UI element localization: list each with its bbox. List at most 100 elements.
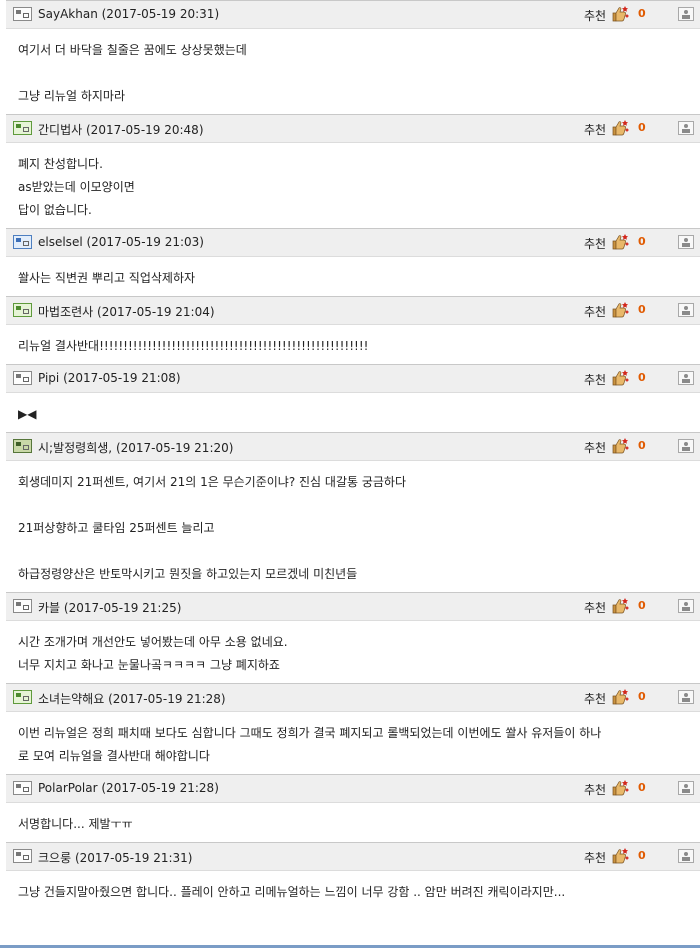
comment-timestamp: (2017-05-19 21:25): [63, 601, 182, 615]
thumbs-up-icon[interactable]: [610, 233, 630, 251]
thumbs-up-icon[interactable]: [610, 5, 630, 23]
report-user-icon[interactable]: [678, 303, 694, 317]
comment-text-line: 회생데미지 21퍼센트, 여기서 21의 1은 무슨기준이냐? 진심 대갈통 궁…: [18, 475, 406, 489]
comment-text-line: 답이 없습니다.: [18, 203, 92, 217]
level-badge-icon: [13, 439, 32, 453]
comment-text-line: 서명합니다... 제발ㅜㅠ: [18, 817, 133, 831]
author-name[interactable]: SayAkhan: [38, 7, 98, 21]
thumbs-up-icon[interactable]: [610, 779, 630, 797]
comment-meta: 마법조련사 (2017-05-19 21:04): [38, 303, 215, 320]
comment-text-line: 21퍼상향하고 쿨타임 25퍼센트 늘리고: [18, 521, 215, 535]
report-user-icon[interactable]: [678, 690, 694, 704]
comment-item: 소녀는약해요 (2017-05-19 21:28) 추천 0 이번 리뉴얼은 정희 패…: [6, 683, 700, 774]
comment-timestamp: (2017-05-19 21:04): [97, 305, 215, 319]
report-user-icon[interactable]: [678, 849, 694, 863]
report-user-icon[interactable]: [678, 7, 694, 21]
comment-timestamp: (2017-05-19 21:31): [74, 851, 193, 865]
author-name[interactable]: 소녀는약해요: [38, 692, 104, 706]
comment-body: 여기서 더 바닥을 칠줄은 꿈에도 상상못했는데 그냥 리뉴얼 하지마라: [6, 29, 700, 114]
comment-header: 카블 (2017-05-19 21:25) 추천 0: [6, 592, 700, 621]
author-name[interactable]: elselsel: [38, 235, 83, 249]
comment-body: 회생데미지 21퍼센트, 여기서 21의 1은 무슨기준이냐? 진심 대갈통 궁…: [6, 461, 700, 592]
thumbs-up-icon[interactable]: [610, 437, 630, 455]
comment-item: Pipi (2017-05-19 21:08) 추천 0 ▶◀: [6, 364, 700, 432]
comment-timestamp: (2017-05-19 20:48): [86, 123, 204, 137]
comment-timestamp: (2017-05-19 21:20): [115, 441, 234, 455]
comment-timestamp: (2017-05-19 21:28): [101, 781, 219, 795]
comment-timestamp: (2017-05-19 21:28): [108, 692, 226, 706]
level-badge-icon: [13, 7, 32, 21]
recommend-label: 추천: [584, 601, 607, 615]
report-user-icon[interactable]: [678, 781, 694, 795]
comment-meta: 카블 (2017-05-19 21:25): [38, 599, 181, 616]
recommend-label: 추천: [584, 373, 607, 387]
level-badge-icon: [13, 371, 32, 385]
author-name[interactable]: PolarPolar: [38, 781, 98, 795]
thumbs-up-icon[interactable]: [610, 369, 630, 387]
level-badge-icon: [13, 121, 32, 135]
author-name[interactable]: 크으룽: [38, 851, 71, 865]
thumbs-up-icon[interactable]: [610, 847, 630, 865]
recommend-label: 추천: [584, 783, 607, 797]
comment-item: 시;발정령희생, (2017-05-19 21:20) 추천 0 회생데미지 21퍼센…: [6, 432, 700, 592]
comment-header: 간디법사 (2017-05-19 20:48) 추천 0: [6, 114, 700, 143]
recommend-label: 추천: [584, 441, 607, 455]
comment-text-line: 그냥 건들지말아줬으면 합니다.. 플레이 안하고 리메뉴얼하는 느낌이 너무 …: [18, 885, 566, 899]
thumbs-up-icon[interactable]: [610, 119, 630, 137]
comment-meta: SayAkhan (2017-05-19 20:31): [38, 7, 219, 21]
author-name[interactable]: 마법조련사: [38, 305, 93, 319]
author-name[interactable]: 카블: [38, 601, 60, 615]
recommend-count: 0: [638, 439, 646, 452]
comment-item: SayAkhan (2017-05-19 20:31) 추천 0 여기서 더 바닥을 …: [6, 0, 700, 114]
level-badge-icon: [13, 781, 32, 795]
report-user-icon[interactable]: [678, 371, 694, 385]
comment-text-line: 쏼사는 직변권 뿌리고 직업삭제하자: [18, 271, 196, 285]
comment-item: 크으룽 (2017-05-19 21:31) 추천 0 그냥 건들지말아줬으면 합니다…: [6, 842, 700, 910]
comment-body: 시간 조개가며 개선안도 넣어봤는데 아무 소용 없네요. 너무 지치고 화나고 …: [6, 621, 700, 683]
level-badge-icon: [13, 599, 32, 613]
comment-meta: 크으룽 (2017-05-19 21:31): [38, 849, 192, 866]
level-badge-icon: [13, 849, 32, 863]
comment-timestamp: (2017-05-19 21:03): [86, 235, 204, 249]
thumbs-up-icon[interactable]: [610, 597, 630, 615]
comment-meta: Pipi (2017-05-19 21:08): [38, 371, 181, 385]
comment-header: 시;발정령희생, (2017-05-19 21:20) 추천 0: [6, 432, 700, 461]
comment-text-line: ▶◀: [18, 407, 37, 421]
report-user-icon[interactable]: [678, 235, 694, 249]
comment-text-line: 너무 지치고 화나고 눈물나곸ㅋㅋㅋㅋ 그냥 폐지하죠: [18, 658, 280, 672]
comment-body: ▶◀: [6, 393, 700, 432]
report-user-icon[interactable]: [678, 599, 694, 613]
thumbs-up-icon[interactable]: [610, 301, 630, 319]
recommend-count: 0: [638, 303, 646, 316]
comment-text-line: 시간 조개가며 개선안도 넣어봤는데 아무 소용 없네요.: [18, 635, 288, 649]
recommend-label: 추천: [584, 9, 607, 23]
recommend-label: 추천: [584, 692, 607, 706]
recommend-count: 0: [638, 235, 646, 248]
comment-header: elselsel (2017-05-19 21:03) 추천 0: [6, 228, 700, 257]
author-name[interactable]: Pipi: [38, 371, 59, 385]
recommend-count: 0: [638, 849, 646, 862]
comment-text-line: 하급정령양산은 반토막시키고 뭔짓을 하고있는지 모르겠네 미친년들: [18, 567, 358, 581]
comment-timestamp: (2017-05-19 20:31): [101, 7, 220, 21]
recommend-count: 0: [638, 7, 646, 20]
comment-header: SayAkhan (2017-05-19 20:31) 추천 0: [6, 0, 700, 29]
comment-header: 소녀는약해요 (2017-05-19 21:28) 추천 0: [6, 683, 700, 712]
comment-list: SayAkhan (2017-05-19 20:31) 추천 0 여기서 더 바닥을 …: [0, 0, 700, 910]
recommend-count: 0: [638, 371, 646, 384]
comment-text-line: 이번 리뉴얼은 정희 패치때 보다도 심합니다 그때도 정희가 결국 폐지되고 …: [18, 726, 602, 740]
comment-item: 간디법사 (2017-05-19 20:48) 추천 0 폐지 찬성합니다. as받았는…: [6, 114, 700, 228]
report-user-icon[interactable]: [678, 121, 694, 135]
author-name[interactable]: 시;발정령희생,: [38, 441, 112, 455]
comment-body: 리뉴얼 결사반대!!!!!!!!!!!!!!!!!!!!!!!!!!!!!!!!…: [6, 325, 700, 364]
comment-item: 카블 (2017-05-19 21:25) 추천 0 시간 조개가며 개선안도 넣어봤…: [6, 592, 700, 683]
comment-header: PolarPolar (2017-05-19 21:28) 추천 0: [6, 774, 700, 803]
report-user-icon[interactable]: [678, 439, 694, 453]
recommend-label: 추천: [584, 237, 607, 251]
comment-text-line: 여기서 더 바닥을 칠줄은 꿈에도 상상못했는데: [18, 43, 247, 57]
comment-meta: 간디법사 (2017-05-19 20:48): [38, 121, 204, 138]
comment-item: elselsel (2017-05-19 21:03) 추천 0 쏼사는 직변권 뿌리…: [6, 228, 700, 296]
thumbs-up-icon[interactable]: [610, 688, 630, 706]
author-name[interactable]: 간디법사: [38, 123, 82, 137]
